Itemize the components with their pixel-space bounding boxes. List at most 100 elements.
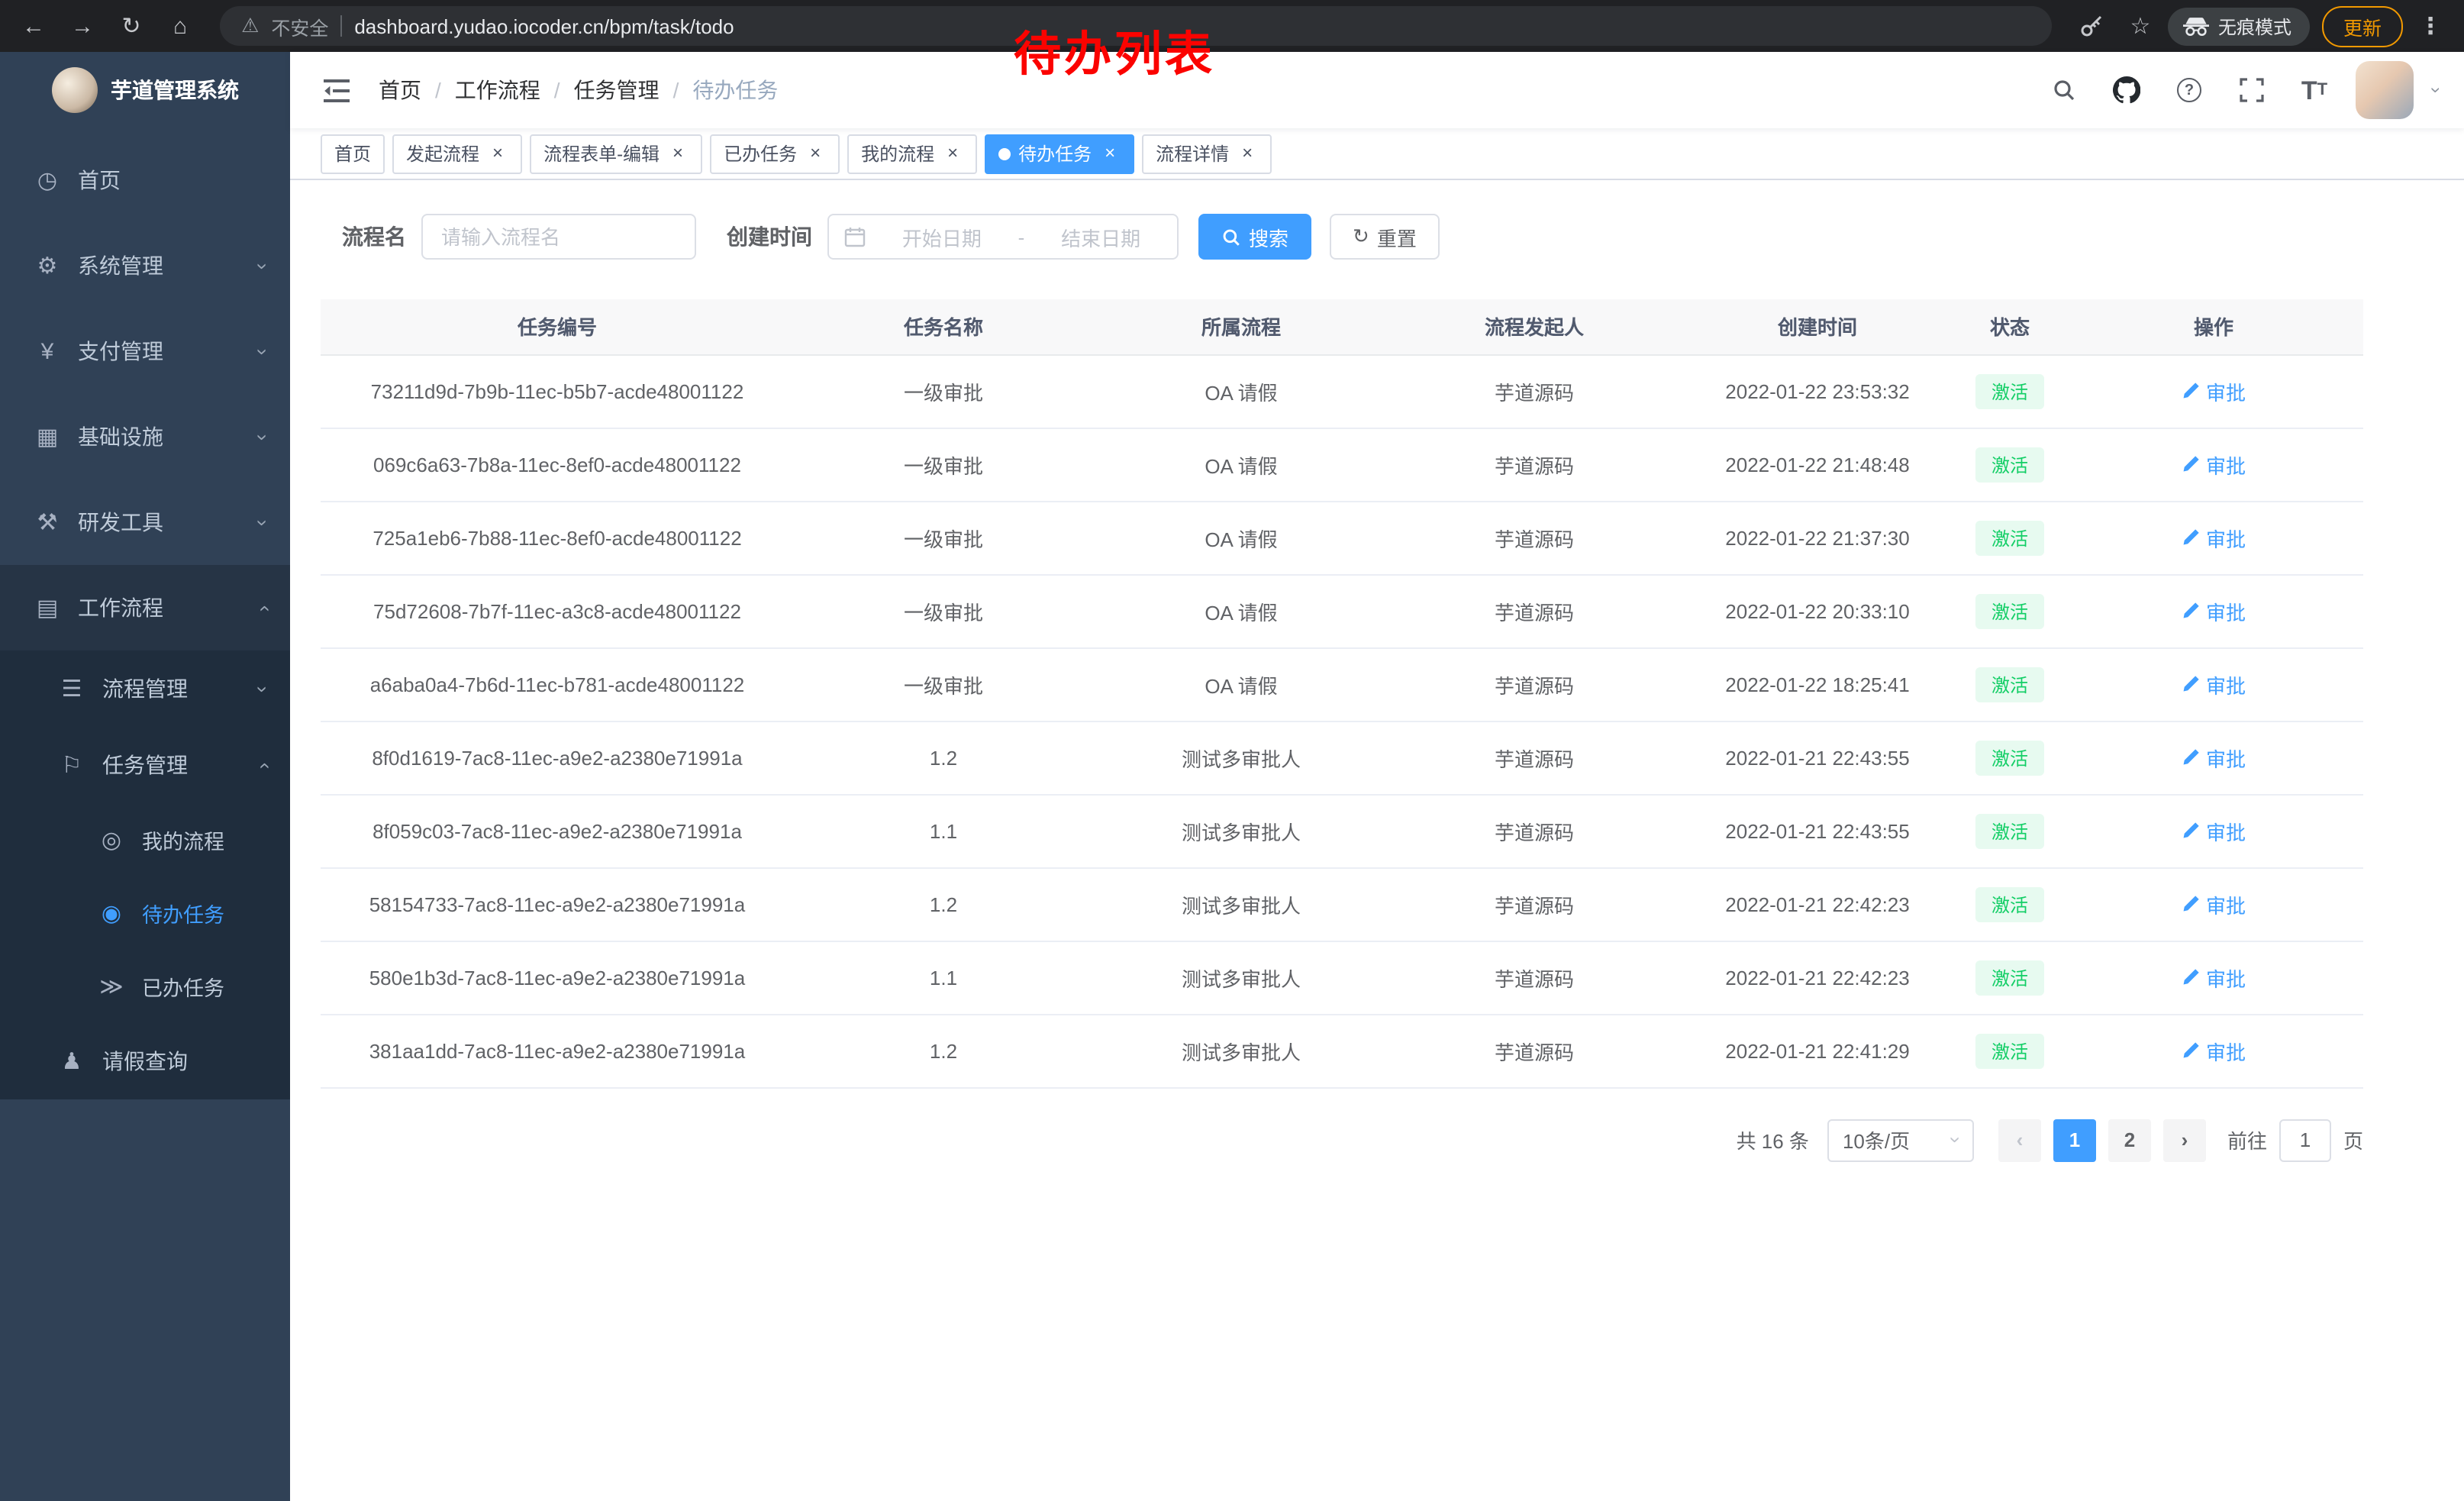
tab-item[interactable]: 已办任务× — [710, 134, 840, 173]
approve-link[interactable]: 审批 — [2182, 596, 2246, 625]
reset-button[interactable]: ↻ 重置 — [1330, 214, 1440, 260]
chevron-up-icon: › — [253, 762, 273, 769]
todo-task-table: 任务编号任务名称所属流程流程发起人创建时间状态操作 73211d9d-7b9b-… — [321, 299, 2363, 1088]
tab-item[interactable]: 待办任务 × — [985, 134, 1134, 173]
sidebar-item[interactable]: ◷首页 — [0, 137, 290, 223]
sidebar-collapse-icon[interactable] — [314, 69, 357, 111]
github-icon[interactable] — [2105, 69, 2148, 111]
breadcrumb-item[interactable]: 首页 — [379, 75, 421, 105]
sidebar-item-label: 工作流程 — [78, 592, 259, 623]
close-icon[interactable]: × — [942, 143, 963, 164]
cell-process: OA 请假 — [1093, 428, 1389, 501]
browser-chrome: ← → ↻ ⌂ ⚠ 不安全 dashboard.yudao.iocoder.cn… — [0, 0, 2464, 52]
sidebar-item[interactable]: ▤工作流程› — [0, 565, 290, 650]
table-body: 73211d9d-7b9b-11ec-b5b7-acde48001122一级审批… — [321, 354, 2363, 1087]
password-key-icon[interactable] — [2070, 5, 2113, 47]
cell-name: 一级审批 — [794, 574, 1093, 647]
page-size-value: 10条/页 — [1843, 1125, 1910, 1154]
process-list-icon: ☰ — [55, 675, 89, 702]
search-button[interactable]: 搜索 — [1198, 214, 1311, 260]
person-icon: ♟ — [55, 1047, 89, 1075]
breadcrumb: 首页/工作流程/任务管理/待办任务 — [379, 75, 778, 105]
status-badge: 激活 — [1976, 593, 2043, 628]
tab-item[interactable]: 首页 — [321, 134, 385, 173]
fullscreen-icon[interactable] — [2230, 69, 2273, 111]
search-icon[interactable] — [2043, 69, 2085, 111]
cell-status: 激活 — [1956, 647, 2064, 721]
sidebar-item[interactable]: ◎ 我的流程 — [0, 803, 290, 876]
tab-item[interactable]: 流程表单-编辑× — [530, 134, 702, 173]
breadcrumb-item[interactable]: 任务管理 — [574, 75, 660, 105]
font-size-icon[interactable]: TT — [2293, 69, 2336, 111]
approve-link[interactable]: 审批 — [2182, 743, 2246, 772]
yen-icon: ¥ — [31, 338, 64, 364]
goto-page-input[interactable] — [2279, 1118, 2331, 1161]
browser-home-icon[interactable]: ⌂ — [159, 5, 202, 47]
page-button[interactable]: 2 — [2108, 1118, 2151, 1161]
cell-process: OA 请假 — [1093, 574, 1389, 647]
close-icon[interactable]: × — [487, 143, 508, 164]
approve-link[interactable]: 审批 — [2182, 523, 2246, 552]
page-numbers: 12 — [2053, 1118, 2151, 1161]
approve-link[interactable]: 审批 — [2182, 376, 2246, 405]
table-row: 58154733-7ac8-11ec-a9e2-a2380e71991a1.2测… — [321, 867, 2363, 941]
cell-id: 75d72608-7b7f-11ec-a3c8-acde48001122 — [321, 574, 794, 647]
status-badge: 激活 — [1976, 373, 2043, 408]
sidebar-item-label: 我的流程 — [142, 825, 266, 855]
process-name-input[interactable] — [421, 214, 696, 260]
sidebar-item[interactable]: ⚒研发工具› — [0, 479, 290, 565]
browser-update-button[interactable]: 更新 — [2322, 5, 2403, 47]
date-range-picker[interactable]: 开始日期 - 结束日期 — [827, 214, 1179, 260]
close-icon[interactable]: × — [667, 143, 689, 164]
close-icon[interactable]: × — [1237, 143, 1258, 164]
approve-link[interactable]: 审批 — [2182, 670, 2246, 699]
close-icon[interactable]: × — [1099, 143, 1121, 164]
tab-item[interactable]: 发起流程× — [392, 134, 522, 173]
cell-process: 测试多审批人 — [1093, 867, 1389, 941]
chevron-down-icon[interactable]: › — [2427, 87, 2446, 93]
cell-id: 58154733-7ac8-11ec-a9e2-a2380e71991a — [321, 867, 794, 941]
approve-link[interactable]: 审批 — [2182, 450, 2246, 479]
tab-item[interactable]: 流程详情× — [1142, 134, 1272, 173]
help-icon[interactable]: ? — [2168, 69, 2211, 111]
tools-icon: ⚒ — [31, 508, 64, 536]
my-process-icon: ◎ — [95, 826, 128, 854]
sidebar-item[interactable]: ⚙系统管理› — [0, 223, 290, 308]
process-name-label: 流程名 — [342, 221, 406, 252]
main-area: 首页/工作流程/任务管理/待办任务 ? TT › — [290, 52, 2464, 1501]
sidebar: 芋道管理系统 ◷首页⚙系统管理›¥支付管理›▦基础设施›⚒研发工具›▤工作流程›… — [0, 52, 290, 1501]
browser-refresh-icon[interactable]: ↻ — [110, 5, 153, 47]
breadcrumb-item[interactable]: 工作流程 — [455, 75, 540, 105]
approve-label: 审批 — [2206, 670, 2246, 699]
sidebar-item[interactable]: ♟请假查询 — [0, 1023, 290, 1099]
close-icon[interactable]: × — [805, 143, 826, 164]
approve-link[interactable]: 审批 — [2182, 1036, 2246, 1065]
sidebar-item[interactable]: ▦基础设施› — [0, 394, 290, 479]
tags-view: 首页发起流程×流程表单-编辑×已办任务×我的流程×待办任务×流程详情× — [290, 128, 2464, 180]
sidebar-item[interactable]: ≫已办任务 — [0, 950, 290, 1023]
browser-menu-icon[interactable]: ⋮ — [2409, 5, 2452, 47]
status-badge: 激活 — [1976, 667, 2043, 702]
approve-link[interactable]: 审批 — [2182, 963, 2246, 992]
app-logo[interactable]: 芋道管理系统 — [0, 52, 290, 128]
browser-forward-icon[interactable]: → — [61, 5, 104, 47]
page-button[interactable]: 1 — [2053, 1118, 2096, 1161]
cell-name: 1.2 — [794, 867, 1093, 941]
approve-link[interactable]: 审批 — [2182, 816, 2246, 845]
bookmark-star-icon[interactable]: ☆ — [2119, 5, 2162, 47]
sidebar-item[interactable]: ⚐任务管理› — [0, 727, 290, 803]
page-size-select[interactable]: 10条/页 › — [1827, 1118, 1974, 1161]
sidebar-item[interactable]: ☰流程管理› — [0, 650, 290, 727]
user-avatar[interactable] — [2356, 61, 2414, 119]
approve-link[interactable]: 审批 — [2182, 889, 2246, 918]
cell-initiator: 芋道源码 — [1389, 941, 1679, 1014]
tab-label: 待办任务 — [1018, 140, 1092, 166]
browser-back-icon[interactable]: ← — [12, 5, 55, 47]
sidebar-item[interactable]: ◉待办任务 — [0, 876, 290, 950]
prev-page-button[interactable]: ‹ — [1998, 1118, 2041, 1161]
cell-action: 审批 — [2064, 941, 2363, 1014]
next-page-button[interactable]: › — [2163, 1118, 2206, 1161]
tab-item[interactable]: 我的流程× — [847, 134, 977, 173]
cell-name: 1.1 — [794, 794, 1093, 867]
sidebar-item[interactable]: ¥支付管理› — [0, 308, 290, 394]
